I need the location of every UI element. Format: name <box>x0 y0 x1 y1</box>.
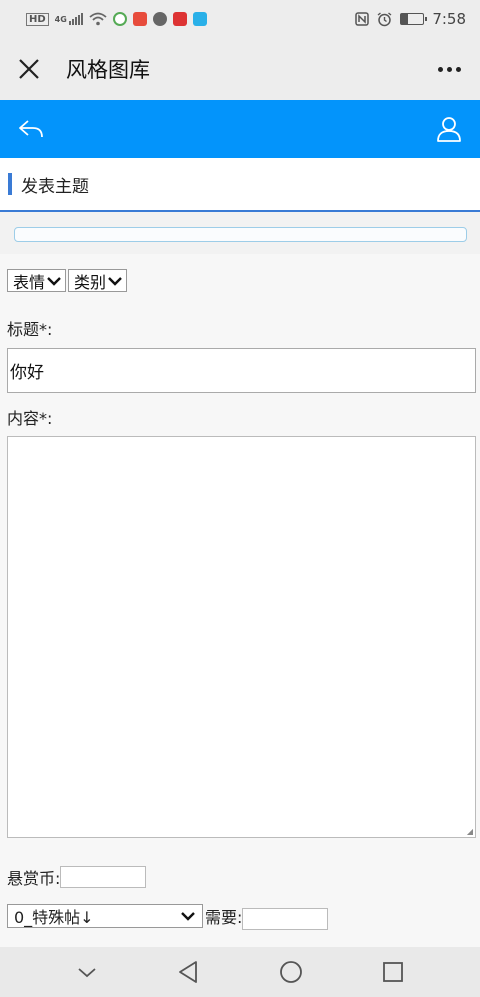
title-label: 标题*: <box>7 320 53 339</box>
more-options-button[interactable] <box>434 66 464 72</box>
status-bar: HD 4G 7:58 <box>0 0 480 38</box>
progress-bar <box>14 227 467 242</box>
section-accent-bar <box>8 173 12 195</box>
wifi-icon <box>89 12 107 26</box>
user-icon[interactable] <box>434 114 464 144</box>
nav-home-icon[interactable] <box>276 957 306 987</box>
status-left: HD 4G <box>26 12 207 26</box>
special-post-select[interactable]: 0_特殊帖↓ <box>7 904 203 928</box>
app-header <box>0 100 480 158</box>
title-bar: 风格图库 <box>0 38 480 100</box>
more-dot <box>446 66 452 72</box>
alarm-icon <box>377 11 392 26</box>
content-textarea[interactable]: ◢ <box>7 436 476 838</box>
nav-back-icon[interactable] <box>174 957 204 987</box>
special-row: 0_特殊帖↓ 需要: <box>7 902 329 930</box>
category-select[interactable]: 类别 <box>68 269 128 292</box>
more-dot <box>455 66 461 72</box>
progress-area <box>0 212 480 254</box>
network-type: 4G <box>54 14 67 24</box>
app-icon-5 <box>192 12 207 26</box>
need-label: 需要: <box>205 908 243 927</box>
page-title: 风格图库 <box>66 58 150 82</box>
section-title: 发表主题 <box>21 176 89 197</box>
nav-recent-icon[interactable] <box>378 957 408 987</box>
chevron-down-icon <box>47 276 61 286</box>
close-icon <box>19 59 39 79</box>
section-header: 发表主题 <box>0 158 480 212</box>
more-dot <box>437 66 443 72</box>
resize-grip-icon[interactable]: ◢ <box>467 827 473 836</box>
app-icon-2 <box>132 12 147 26</box>
title-input[interactable]: 你好 <box>7 348 476 393</box>
app-icon-3 <box>152 12 167 26</box>
emoji-select[interactable]: 表情 <box>7 269 67 292</box>
select-row: 表情 类别 <box>7 269 128 292</box>
nav-down-icon[interactable] <box>72 957 102 987</box>
hd-icon: HD <box>26 12 49 26</box>
close-button[interactable] <box>16 56 42 82</box>
reward-input[interactable] <box>60 866 147 888</box>
system-nav-bar <box>0 947 480 997</box>
content-label: 内容*: <box>7 409 53 428</box>
battery-icon <box>400 13 428 25</box>
reward-row: 悬赏币: <box>7 865 147 889</box>
signal-icon <box>68 13 83 25</box>
reward-label: 悬赏币: <box>7 869 61 888</box>
nfc-icon <box>355 12 370 26</box>
status-time: 7:58 <box>432 10 466 28</box>
need-input[interactable] <box>242 908 329 930</box>
app-icon-4 <box>172 12 187 26</box>
app-icon-1 <box>112 12 127 26</box>
back-reply-icon[interactable] <box>16 114 46 144</box>
emoji-select-label: 表情 <box>13 272 46 292</box>
chevron-down-icon <box>108 276 122 286</box>
special-select-label: 0_特殊帖↓ <box>14 908 94 927</box>
chevron-down-icon <box>181 912 195 921</box>
category-select-label: 类别 <box>74 272 107 292</box>
battery-level <box>401 14 408 24</box>
status-right: 7:58 <box>355 10 466 28</box>
